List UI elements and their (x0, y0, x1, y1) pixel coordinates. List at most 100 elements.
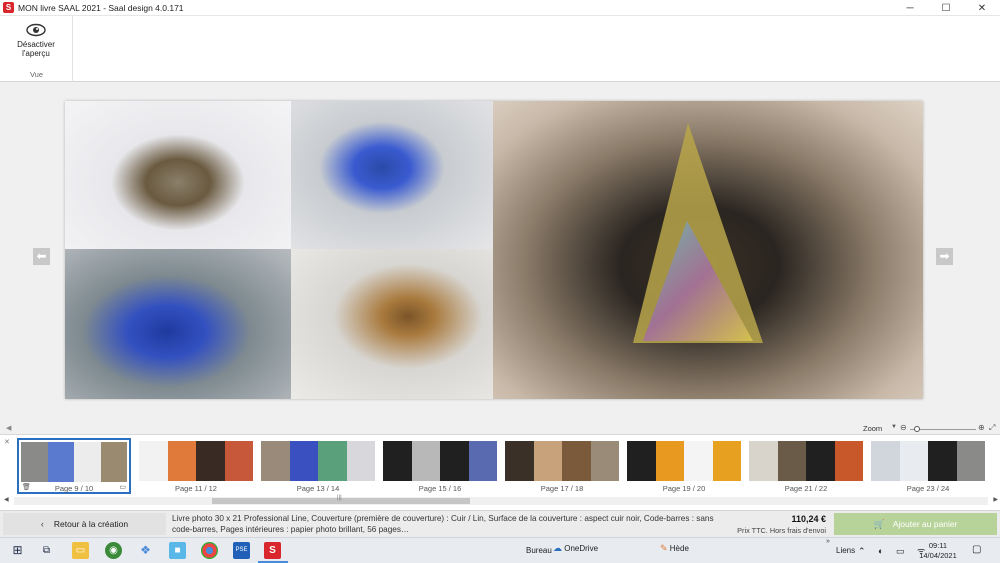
thumbnail-photo (749, 441, 778, 481)
thumbnail-photo (777, 441, 806, 481)
notifications-icon[interactable]: ▢ (972, 544, 981, 555)
thumbnail-preview (627, 441, 741, 481)
tripadvisor-icon[interactable]: ◉ (105, 542, 122, 559)
thumbnail-photo (712, 441, 741, 481)
toggle-preview-label-line1: Désactiver (17, 40, 55, 49)
thumbnail-label: Page 11 / 12 (175, 484, 217, 493)
scroll-right-arrow-icon[interactable]: ▶ (993, 496, 998, 503)
close-icon[interactable]: ✕ (4, 438, 10, 446)
thumbnail-photo (533, 441, 562, 481)
zoom-label[interactable]: Zoom (863, 424, 882, 433)
scrollbar-grip-icon: ||| (337, 495, 342, 501)
photo-frame[interactable] (65, 101, 291, 249)
scroll-left-arrow-icon[interactable]: ◀ (4, 496, 9, 503)
photo-frame[interactable] (291, 249, 493, 399)
cloud-icon: ☁ (553, 543, 562, 553)
window-title: MON livre SAAL 2021 - Saal design 4.0.17… (18, 2, 184, 13)
thumbnail-photo (899, 441, 928, 481)
close-button[interactable]: ✕ (964, 0, 1000, 16)
zoom-fit-icon[interactable]: ⤢ (989, 423, 995, 433)
thumbnail-preview (871, 441, 985, 481)
thumbnail-photo (806, 441, 835, 481)
thumbnail-photo (468, 441, 497, 481)
page-thumbnail[interactable]: Page 15 / 16 (383, 441, 497, 493)
links-toolbar-label[interactable]: Liens (836, 546, 855, 555)
task-view-icon[interactable]: ⧉ (38, 542, 55, 559)
onedrive-label: OneDrive (564, 544, 599, 553)
file-explorer-icon[interactable]: ▭ (72, 542, 89, 559)
windows-taskbar: ⊞ ⧉ ▭ ◉ ❖ ■ PSE S Bureau ☁ OneDrive ✎ Hè… (0, 537, 1000, 563)
page-options-icon[interactable]: ▭ (119, 483, 126, 491)
saal-design-icon[interactable]: S (264, 542, 281, 559)
thumbnail-photo (956, 441, 985, 481)
photo-frame[interactable] (65, 249, 291, 399)
add-to-cart-button[interactable]: 🛒 Ajouter au panier (834, 513, 997, 535)
eye-icon (26, 23, 46, 37)
page-thumbnail[interactable]: Page 9 / 10 🗑 ▭ (17, 438, 131, 494)
thumbnail-preview (383, 441, 497, 481)
thumbnail-photo (834, 441, 863, 481)
thumbnail-preview (749, 441, 863, 481)
scroll-left-icon[interactable]: ◀ (6, 424, 11, 432)
photo-frame[interactable] (291, 101, 493, 249)
page-thumbnail[interactable]: Page 17 / 18 (505, 441, 619, 493)
zoom-slider-track[interactable] (910, 429, 976, 430)
chevron-down-icon[interactable]: ▼ (891, 424, 897, 430)
clock[interactable]: 09:11 14/04/2021 (918, 541, 958, 561)
desktop-toolbar-label[interactable]: Bureau (526, 546, 552, 555)
ribbon-group-label: Vue (29, 70, 44, 79)
title-bar: S MON livre SAAL 2021 - Saal design 4.0.… (0, 0, 1000, 16)
thumbnail-label: Page 15 / 16 (418, 484, 462, 493)
previous-page-arrow-icon[interactable]: ⬅ (33, 248, 50, 265)
onedrive-toolbar[interactable]: ☁ OneDrive (553, 543, 598, 554)
clock-time: 09:11 (928, 541, 948, 550)
thumbnail-photo (871, 441, 900, 481)
ribbon-group-view: Désactiver l'aperçu Vue (0, 16, 73, 82)
page-thumbnail[interactable]: Page 21 / 22 (749, 441, 863, 493)
thumbnail-photo (196, 441, 225, 481)
chevron-icon[interactable]: » (826, 538, 830, 545)
page-thumbnail[interactable]: Page 23 / 24 (871, 441, 985, 493)
back-to-design-button[interactable]: ‹ Retour à la création (3, 513, 166, 535)
hede-toolbar[interactable]: ✎ Hède (660, 543, 689, 554)
thumbnail-photo (139, 441, 168, 481)
windows-start-icon[interactable]: ⊞ (9, 542, 26, 559)
thumbnail-photo (346, 441, 375, 481)
photoshop-elements-icon[interactable]: PSE (233, 542, 250, 559)
product-description: Livre photo 30 x 21 Professional Line, C… (172, 514, 714, 534)
zoom-out-icon[interactable]: ⊖ (900, 423, 907, 432)
thumbnail-preview (261, 441, 375, 481)
toggle-preview-button[interactable]: Désactiver l'aperçu (4, 22, 68, 70)
thumbnail-photo (318, 441, 347, 481)
cart-icon: 🛒 (873, 518, 885, 529)
thumbnail-photo (655, 441, 684, 481)
dropbox-icon[interactable]: ❖ (137, 542, 154, 559)
thumbnail-photo (590, 441, 619, 481)
pencil-icon: ✎ (660, 543, 668, 553)
page-thumbnail[interactable]: Page 11 / 12 (139, 441, 253, 493)
zoom-slider-thumb[interactable] (913, 426, 920, 432)
app-logo-icon: S (3, 2, 14, 13)
horizontal-scrollbar[interactable]: ◀ ||| ▶ (4, 495, 998, 505)
thumbnail-preview (21, 442, 127, 482)
page-canvas: ⬅ ➡ (0, 84, 1000, 424)
thumbnail-photo (562, 441, 591, 481)
zoom-in-icon[interactable]: ⊕ (978, 423, 985, 432)
toggle-preview-label-line2: l'aperçu (22, 49, 50, 58)
page-thumbnail[interactable]: Page 13 / 14 (261, 441, 375, 493)
thumbnail-photo (167, 441, 196, 481)
trash-icon[interactable]: 🗑 (22, 483, 31, 491)
minimize-button[interactable]: ─ (892, 0, 928, 16)
thumbnail-photo (627, 441, 656, 481)
thumbnail-photo (21, 442, 48, 482)
next-page-arrow-icon[interactable]: ➡ (936, 248, 953, 265)
photo-frame[interactable] (493, 101, 923, 399)
maximize-button[interactable]: ☐ (928, 0, 964, 16)
chrome-icon[interactable] (201, 542, 218, 559)
page-thumbnail[interactable]: Page 19 / 20 (627, 441, 741, 493)
thumbnail-photo (411, 441, 440, 481)
scrollbar-thumb[interactable]: ||| (212, 495, 470, 504)
book-spread[interactable] (65, 101, 923, 399)
cube-app-icon[interactable]: ■ (169, 542, 186, 559)
thumbnail-label: Page 17 / 18 (540, 484, 584, 493)
